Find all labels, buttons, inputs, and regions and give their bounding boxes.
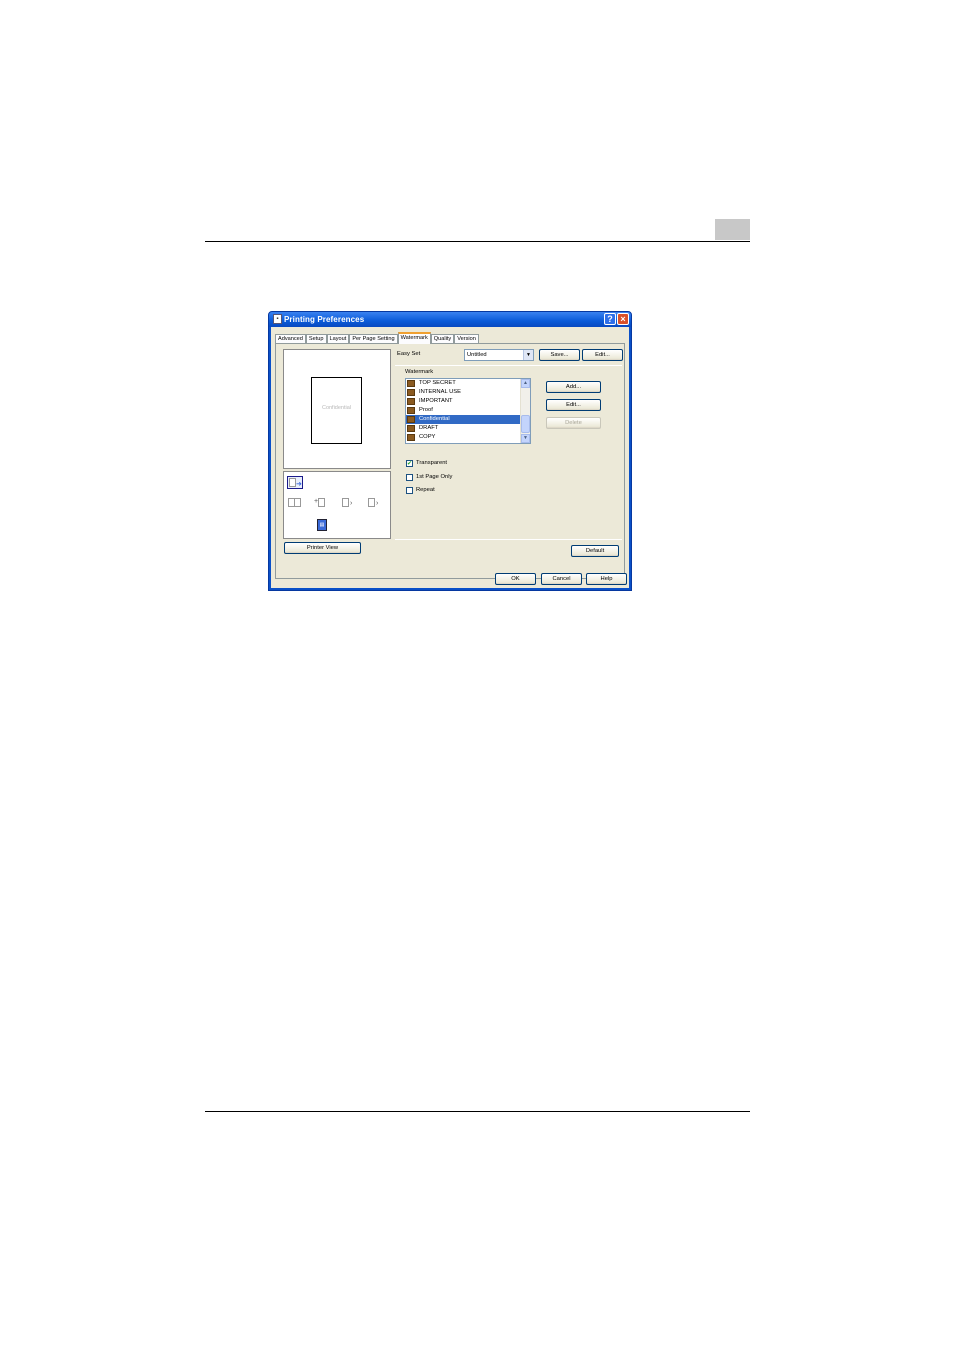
- tab-watermark[interactable]: Watermark: [397, 332, 431, 344]
- watermark-stamp-icon: [407, 380, 415, 387]
- edit-watermark-button[interactable]: Edit...: [546, 399, 601, 411]
- watermark-list-scrollbar[interactable]: ▲ ▼: [520, 379, 530, 443]
- list-item-important[interactable]: IMPORTANT: [406, 397, 520, 406]
- help-icon[interactable]: ?: [604, 313, 616, 325]
- add-watermark-button[interactable]: Add...: [546, 381, 601, 393]
- duplex-icon[interactable]: [287, 497, 303, 510]
- watermark-stamp-icon: [407, 407, 415, 414]
- dialog-client: Advanced Setup Layout Per Page Setting W…: [271, 327, 629, 588]
- repeat-checkbox[interactable]: [406, 487, 413, 494]
- watermark-list[interactable]: TOP SECRET INTERNAL USE IMPORTANT Proof …: [405, 378, 531, 444]
- ok-button[interactable]: OK: [495, 573, 536, 585]
- first-page-only-checkbox[interactable]: [406, 474, 413, 481]
- dialog-title: Printing Preferences: [284, 315, 365, 324]
- help-button[interactable]: Help: [586, 573, 627, 585]
- watermark-panel: Confidential ➜ + › › ▤ Printer View Easy…: [275, 343, 625, 579]
- easy-set-value: Untitled: [467, 352, 487, 358]
- cancel-button[interactable]: Cancel: [541, 573, 582, 585]
- transparent-label: Transparent: [416, 460, 448, 466]
- title-bar[interactable]: ▪ Printing Preferences ? ×: [269, 312, 631, 327]
- list-item-copy[interactable]: COPY: [406, 433, 520, 442]
- easy-set-save-button[interactable]: Save...: [539, 349, 580, 361]
- watermark-label: Watermark: [405, 369, 434, 375]
- watermark-stamp-icon: [407, 389, 415, 396]
- easy-set-select[interactable]: Untitled ▼: [464, 349, 534, 361]
- list-item-draft[interactable]: DRAFT: [406, 424, 520, 433]
- chevron-down-icon[interactable]: ▼: [523, 350, 533, 360]
- page-preview: Confidential: [283, 349, 391, 469]
- list-item-internal-use[interactable]: INTERNAL USE: [406, 388, 520, 397]
- scroll-thumb[interactable]: [521, 415, 530, 433]
- default-button[interactable]: Default: [571, 545, 619, 557]
- printer-view-button[interactable]: Printer View: [284, 542, 361, 554]
- easy-set-edit-button[interactable]: Edit...: [582, 349, 623, 361]
- scroll-up-icon[interactable]: ▲: [521, 379, 530, 388]
- transparent-checkbox[interactable]: ✔: [406, 460, 413, 467]
- punch-icon[interactable]: ›: [340, 497, 356, 510]
- watermark-stamp-icon: [407, 434, 415, 441]
- watermark-stamp-icon: [407, 416, 415, 423]
- printer-device-icon[interactable]: ▤: [317, 519, 327, 531]
- finishing-preview: ➜ + › › ▤: [283, 471, 391, 539]
- staple-icon[interactable]: +: [314, 497, 330, 510]
- list-item-proof[interactable]: Proof: [406, 406, 520, 415]
- divider: [395, 365, 622, 366]
- header-rule: [205, 241, 750, 242]
- close-icon[interactable]: ×: [617, 313, 629, 325]
- first-page-only-label: 1st Page Only: [416, 474, 453, 480]
- watermark-stamp-icon: [407, 425, 415, 432]
- preview-watermark-text: Confidential: [321, 405, 352, 411]
- watermark-stamp-icon: [407, 398, 415, 405]
- footer-rule: [205, 1111, 750, 1112]
- list-item-confidential[interactable]: Confidential: [406, 415, 520, 424]
- list-item-top-secret[interactable]: TOP SECRET: [406, 379, 520, 388]
- scroll-down-icon[interactable]: ▼: [521, 434, 530, 443]
- printing-preferences-dialog: ▪ Printing Preferences ? × Advanced Setu…: [268, 311, 632, 591]
- divider: [395, 539, 622, 540]
- easy-set-label: Easy Set: [397, 351, 421, 357]
- chapter-tab-box: [715, 219, 750, 240]
- repeat-label: Repeat: [416, 487, 435, 493]
- output-tray-icon[interactable]: ➜: [287, 476, 303, 489]
- delete-watermark-button[interactable]: Delete: [546, 417, 601, 429]
- printer-icon: ▪: [273, 314, 282, 324]
- preview-page: Confidential: [311, 377, 362, 444]
- fold-icon[interactable]: ›: [366, 497, 382, 510]
